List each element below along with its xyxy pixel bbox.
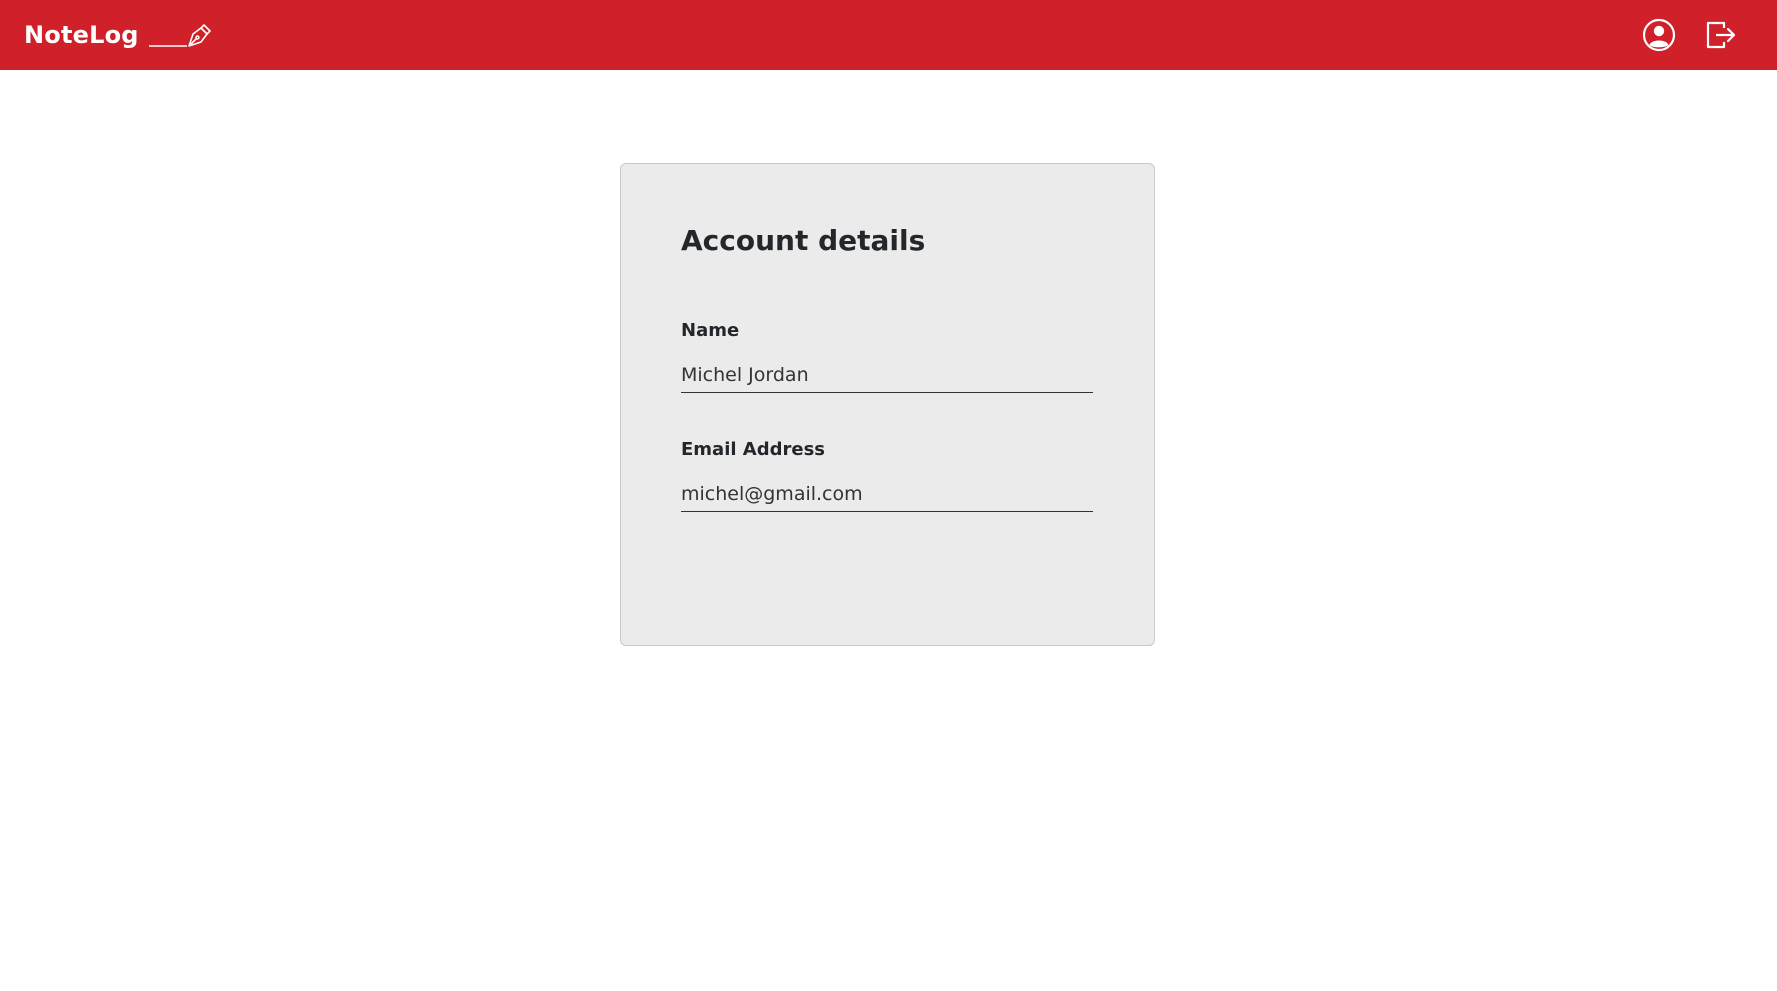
logout-icon[interactable] <box>1703 17 1739 53</box>
brand-link[interactable]: NoteLog <box>24 20 213 50</box>
name-label: Name <box>681 319 740 341</box>
brand-name: NoteLog <box>24 21 139 49</box>
card-title: Account details <box>681 224 926 257</box>
name-field[interactable] <box>681 362 1093 393</box>
top-navbar: NoteLog <box>0 0 1777 70</box>
account-details-card: Account details Name Email Address <box>620 163 1155 646</box>
pen-nib-icon <box>147 20 213 50</box>
navbar-actions <box>1641 17 1753 53</box>
email-field[interactable] <box>681 481 1093 512</box>
user-circle-icon[interactable] <box>1641 17 1677 53</box>
email-label: Email Address <box>681 438 826 460</box>
